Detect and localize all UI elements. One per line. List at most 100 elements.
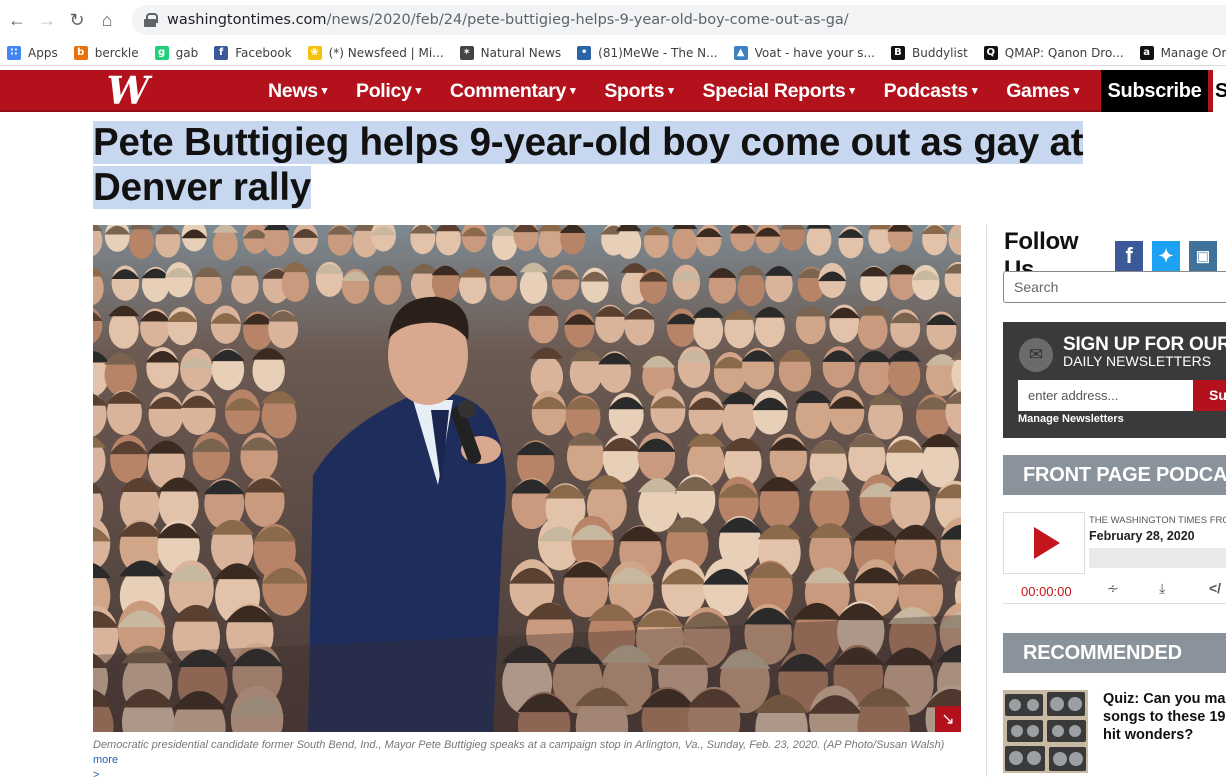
crowd-hair: [128, 225, 155, 230]
instagram-icon[interactable]: ▣: [1189, 241, 1217, 271]
bookmark-item[interactable]: g gab: [148, 45, 208, 60]
nav-item-label: Sports: [604, 79, 665, 102]
bookmark-item[interactable]: ∷ Apps: [0, 45, 67, 60]
bookmark-item[interactable]: Q QMAP: Qanon Dro...: [977, 45, 1133, 60]
bookmark-item[interactable]: B Buddylist: [884, 45, 977, 60]
crowd-head: [165, 262, 193, 298]
crowd-head: [212, 228, 238, 261]
play-button[interactable]: [1003, 512, 1085, 574]
nav-item-news[interactable]: News ▾: [268, 80, 327, 103]
podcast-progress-bar[interactable]: [1089, 548, 1226, 568]
nav-item-podcasts[interactable]: Podcasts ▾: [884, 80, 978, 103]
bookmark-item[interactable]: ▲ Voat - have your s...: [727, 45, 884, 60]
crowd-head: [752, 389, 788, 435]
crowd-head: [672, 264, 701, 300]
play-icon: [1034, 527, 1060, 559]
crowd-head: [672, 227, 698, 260]
envelope-icon: ✉: [1019, 338, 1053, 372]
bookmark-item[interactable]: • (81)MeWe - The N...: [570, 45, 726, 60]
embed-icon[interactable]: </: [1209, 580, 1221, 596]
site-nav: W News ▾ Policy ▾ Commentary ▾ Sports ▾ Special …: [0, 70, 1226, 112]
crowd-hair: [671, 225, 698, 229]
bookmark-label: (81)MeWe - The N...: [598, 45, 718, 60]
facebook-icon[interactable]: f: [1115, 241, 1144, 271]
newsletter-email-input[interactable]: enter address...: [1018, 380, 1193, 411]
recommended-header: RECOMMENDED: [1003, 633, 1226, 673]
apps-grid-icon: ∷: [7, 45, 21, 60]
recommended-line-1: Quiz: Can you ma: [1103, 691, 1226, 707]
crowd-head: [857, 311, 888, 350]
podcast-player: THE WASHINGTON TIMES FRONT PAGE February…: [1003, 512, 1226, 604]
search-input[interactable]: Search: [1003, 271, 1226, 303]
caption-text: Democratic presidential candidate former…: [93, 739, 945, 751]
nav-item-games[interactable]: Games ▾: [1006, 80, 1079, 103]
podcast-time: 00:00:00: [1021, 584, 1072, 599]
nav-item-label: News: [268, 79, 318, 102]
twitter-icon[interactable]: ✦: [1152, 241, 1181, 271]
nav-item-policy[interactable]: Policy ▾: [356, 80, 421, 103]
bookmark-label: QMAP: Qanon Dro...: [1004, 45, 1124, 60]
crowd-head: [722, 397, 758, 443]
address-bar[interactable]: washingtontimes.com/news/2020/feb/24/pet…: [132, 5, 1226, 35]
natural-news-icon: ✶: [459, 45, 474, 60]
nav-item-commentary[interactable]: Commentary ▾: [450, 80, 576, 103]
podcast-date: February 28, 2020: [1089, 529, 1195, 543]
bookmark-label: Natural News: [480, 45, 562, 60]
bookmark-item[interactable]: b berckle: [67, 45, 148, 60]
recommended-thumbnail[interactable]: [1003, 690, 1088, 773]
bookmark-label: Voat - have your s...: [754, 45, 875, 60]
nav-trailing-text: S: [1213, 70, 1226, 112]
nav-item-sports[interactable]: Sports ▾: [604, 79, 674, 103]
crowd-head: [128, 226, 154, 259]
crowd-head: [180, 348, 213, 391]
lightbulb-icon: ❀: [307, 45, 322, 60]
nav-item-label: Podcasts: [883, 79, 969, 102]
crowd-photo-illustration: [93, 225, 961, 732]
crowd-head: [650, 388, 686, 434]
bookmark-item[interactable]: ✶ Natural News: [453, 45, 571, 60]
site-logo[interactable]: W: [104, 72, 150, 110]
subscribe-button[interactable]: Subscribe: [1101, 70, 1208, 112]
browser-toolbar: ← → ↻ ⌂ washingtontimes.com/news/2020/fe…: [0, 0, 1226, 40]
crowd-head: [224, 389, 260, 435]
url-path: /news/2020/feb/24/pete-buttigieg-helps-9…: [326, 12, 849, 28]
rss-icon[interactable]: ∻: [1107, 580, 1119, 597]
expand-photo-icon[interactable]: ↘: [935, 706, 961, 732]
podcast-header: FRONT PAGE PODCAST: [1003, 455, 1226, 495]
crowd-head: [911, 264, 940, 301]
crowd-head: [616, 226, 642, 259]
crowd-hair: [806, 225, 832, 229]
newsletter-signup: ✉ SIGN UP FOR OUR DAILY NEWSLETTERS ente…: [1003, 322, 1226, 438]
caption-more-link[interactable]: more: [93, 754, 118, 766]
bookmark-item[interactable]: ❀ (*) Newsfeed | Mi...: [301, 45, 453, 60]
bookmark-item[interactable]: f Facebook: [207, 45, 300, 60]
bookmark-label: Facebook: [235, 45, 292, 60]
mewe-icon: •: [577, 45, 592, 60]
back-arrow-icon[interactable]: ←: [2, 5, 32, 35]
article-photo[interactable]: ↘: [93, 225, 961, 732]
headline-line-2: Denver rally: [93, 166, 312, 209]
reload-icon[interactable]: ↻: [62, 5, 92, 35]
caption-more-arrow[interactable]: >: [93, 769, 99, 781]
nav-item-label: Policy: [355, 79, 412, 102]
home-icon[interactable]: ⌂: [92, 5, 122, 35]
chevron-down-icon: ▾: [1073, 84, 1080, 97]
manage-newsletters-link[interactable]: Manage Newsletters: [1018, 413, 1124, 425]
berckle-icon: b: [73, 45, 88, 60]
nav-item-special-reports[interactable]: Special Reports ▾: [703, 80, 855, 103]
recommended-headline[interactable]: Quiz: Can you ma songs to these 19 hit w…: [1103, 690, 1226, 744]
crowd-head: [703, 558, 749, 616]
newsletter-submit-button[interactable]: Su: [1193, 380, 1226, 411]
bookmarks-bar: ∷ Apps b berckle g gab f Facebook ❀ (*) Newsfeed …: [0, 40, 1226, 66]
headline-line-1: Pete Buttigieg helps 9-year-old boy come…: [93, 121, 1084, 164]
url-host: washingtontimes.com: [167, 12, 327, 28]
article-headline: Pete Buttigieg helps 9-year-old boy come…: [93, 120, 1203, 210]
podcast-source: THE WASHINGTON TIMES FRONT PAGE: [1089, 515, 1226, 526]
forward-arrow-icon[interactable]: →: [32, 5, 62, 35]
crowd-head: [519, 268, 548, 304]
download-icon[interactable]: ⤓: [1159, 580, 1165, 597]
bookmark-item[interactable]: a Manage Or: [1133, 45, 1226, 60]
chevron-down-icon: ▾: [415, 84, 422, 97]
recommended-line-2: songs to these 19: [1103, 709, 1226, 725]
chevron-down-icon: ▾: [321, 84, 328, 97]
